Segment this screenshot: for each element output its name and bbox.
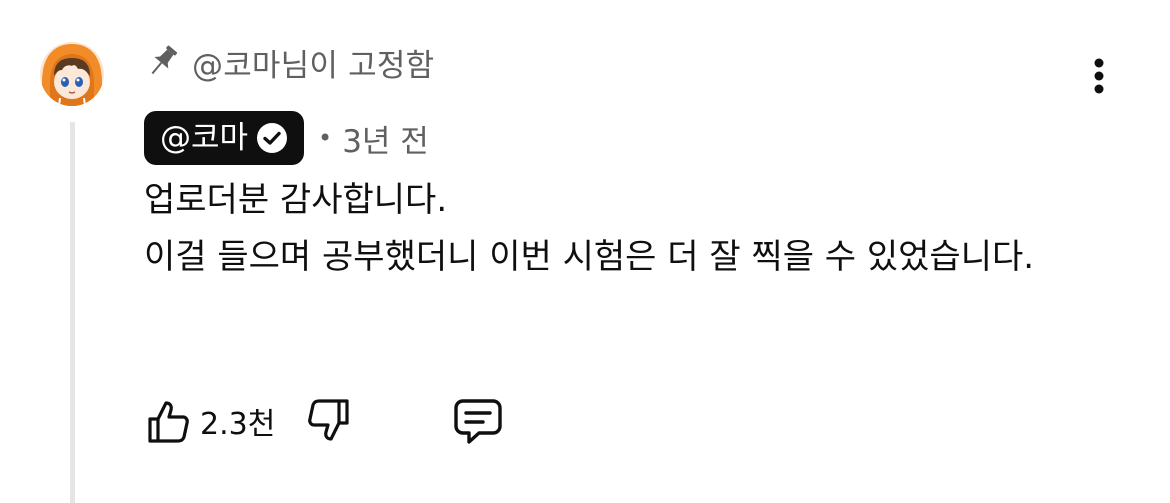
- thumbs-up-icon: [148, 401, 189, 443]
- thumbs-down-icon: [308, 399, 349, 441]
- comment-text: 업로더분 감사합니다. 이걸 들으며 공부했더니 이번 시험은 더 잘 찍을 수…: [144, 172, 1104, 286]
- verified-check-icon: [256, 122, 288, 154]
- like-count: 2.3천: [200, 407, 276, 442]
- reply-button[interactable]: [451, 394, 505, 448]
- avatar[interactable]: [40, 42, 104, 106]
- comment-header: @코마 • 3년 전: [144, 111, 429, 165]
- dislike-button[interactable]: [303, 394, 355, 448]
- comment-line-2: 이걸 들으며 공부했더니 이번 시험은 더 잘 찍을 수 있었습니다.: [144, 237, 1035, 277]
- reply-comment-icon: [454, 399, 503, 444]
- meta-separator: •: [318, 124, 333, 152]
- comment-time[interactable]: 3년 전: [342, 116, 429, 161]
- comment-meta: • 3년 전: [318, 116, 429, 161]
- comment-actions: 2.3천: [142, 394, 505, 448]
- pinned-indicator: @코마님이 고정함: [146, 38, 434, 86]
- like-button[interactable]: [142, 394, 194, 448]
- thread-line: [70, 122, 75, 503]
- avatar-image: [40, 42, 104, 106]
- comment-line-1: 업로더분 감사합니다.: [144, 180, 448, 220]
- more-vertical-icon[interactable]: [1084, 54, 1114, 98]
- author-badge[interactable]: @코마: [144, 111, 305, 165]
- pin-icon: [146, 42, 180, 82]
- author-name: @코마: [160, 119, 249, 156]
- pinned-label: @코마님이 고정함: [192, 47, 435, 84]
